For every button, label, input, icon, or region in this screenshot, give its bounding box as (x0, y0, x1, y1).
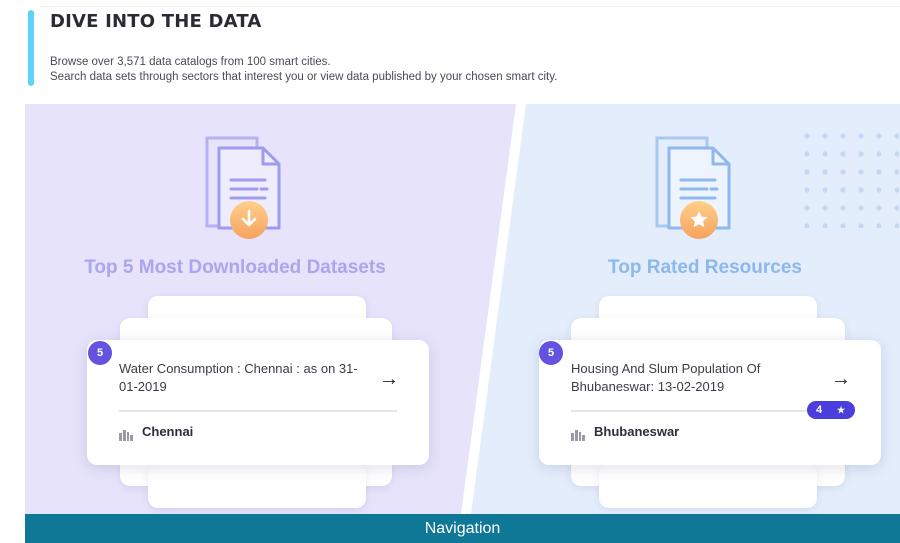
city-name[interactable]: Bhubaneswar (594, 424, 679, 439)
dataset-card[interactable]: Water Consumption : Chennai : as on 31-0… (87, 340, 429, 465)
arrow-right-icon[interactable]: → (379, 368, 399, 391)
header-top-rule (40, 6, 900, 7)
top-rated-title: Top Rated Resources (608, 257, 802, 278)
description-line-1: Browse over 3,571 data catalogs from 100… (50, 56, 331, 68)
dataset-name: Water Consumption : Chennai : as on 31-0… (119, 361, 358, 394)
download-document-icon (205, 136, 281, 239)
rank-badge: 5 (539, 341, 563, 365)
city-buildings-icon (119, 430, 133, 441)
data-highlights-panel: Top 5 Most Downloaded Datasets Top Rated… (25, 104, 900, 514)
rating-value: 4 (816, 404, 823, 416)
card-divider (119, 410, 397, 412)
rating-badge: 4 ★ (807, 401, 855, 419)
navigation-bar[interactable]: Navigation (25, 514, 900, 543)
page-title: DIVE INTO THE DATA (50, 11, 262, 32)
city-buildings-icon (571, 430, 585, 441)
page-description: Browse over 3,571 data catalogs from 100… (50, 55, 557, 85)
top-downloaded-title: Top 5 Most Downloaded Datasets (84, 257, 386, 278)
arrow-right-icon[interactable]: → (831, 368, 851, 391)
resource-name: Housing And Slum Population Of Bhubanesw… (571, 361, 761, 394)
rank-badge: 5 (88, 341, 112, 365)
description-line-2: Search data sets through sectors that in… (50, 71, 558, 83)
city-name[interactable]: Chennai (142, 424, 193, 439)
stacked-card-back-lowest (148, 464, 366, 508)
header-accent-bar (28, 10, 34, 86)
dot-grid-decoration (804, 133, 899, 228)
star-icon: ★ (837, 405, 846, 415)
stacked-card-back-lowest (599, 464, 817, 508)
star-document-icon (655, 136, 731, 239)
